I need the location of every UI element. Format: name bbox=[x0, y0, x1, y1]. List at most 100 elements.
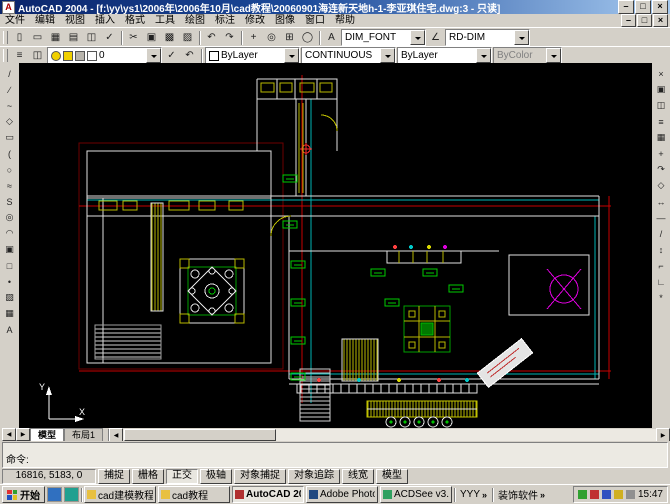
print-icon[interactable]: ▤ bbox=[65, 30, 82, 46]
chevron-down-icon[interactable] bbox=[514, 30, 529, 45]
chamfer-icon[interactable]: ∟ bbox=[653, 274, 669, 289]
chevron-down-icon[interactable] bbox=[380, 48, 395, 63]
point-icon[interactable]: • bbox=[2, 274, 18, 289]
scale-icon[interactable]: ◇ bbox=[653, 178, 669, 193]
status-model-button[interactable]: 模型 bbox=[376, 469, 408, 484]
tray-icon-volume[interactable] bbox=[602, 490, 611, 499]
stretch-icon[interactable]: ↔ bbox=[653, 194, 669, 209]
zoom-realtime-icon[interactable]: ◎ bbox=[263, 30, 280, 46]
ellipse-icon[interactable]: ◎ bbox=[2, 210, 18, 225]
circle-icon[interactable]: ○ bbox=[2, 162, 18, 177]
taskbar-item-cad-modeling-tutorial[interactable]: cad建模教程 bbox=[84, 486, 156, 503]
tab-layout1[interactable]: 布局1 bbox=[64, 428, 103, 441]
menu-help[interactable]: 帮助 bbox=[330, 14, 360, 27]
copy-object-icon[interactable]: ▣ bbox=[653, 82, 669, 97]
scroll-left-icon[interactable]: ◀ bbox=[109, 428, 123, 442]
taskbar-clock[interactable]: 15:47 bbox=[638, 489, 663, 500]
menu-file[interactable]: 文件 bbox=[0, 14, 30, 27]
start-button[interactable]: 开始 bbox=[2, 486, 45, 503]
dim-style-icon[interactable]: ∠ bbox=[427, 30, 444, 46]
undo-icon[interactable]: ↶ bbox=[203, 30, 220, 46]
status-lineweight-button[interactable]: 线宽 bbox=[342, 469, 374, 484]
print-preview-icon[interactable]: ◫ bbox=[83, 30, 100, 46]
copy-icon[interactable]: ▣ bbox=[143, 30, 160, 46]
lineweight-combo[interactable]: ByLayer bbox=[397, 47, 492, 64]
pan-icon[interactable]: + bbox=[245, 30, 262, 46]
layer-manager-icon[interactable]: ≡ bbox=[11, 48, 28, 64]
taskbar-band-yyy[interactable]: YYY » bbox=[457, 487, 490, 502]
make-object-layer-current-icon[interactable]: ✓ bbox=[163, 48, 180, 64]
scrollbar-thumb[interactable] bbox=[124, 429, 276, 441]
rectangle-icon[interactable]: ▭ bbox=[2, 130, 18, 145]
hatch-icon[interactable]: ▨ bbox=[2, 290, 18, 305]
save-icon[interactable]: ▦ bbox=[47, 30, 64, 46]
spline-icon[interactable]: S bbox=[2, 194, 18, 209]
taskbar-band-decor-software[interactable]: 装饰软件 » bbox=[495, 487, 548, 502]
ellipse-arc-icon[interactable]: ◠ bbox=[2, 226, 18, 241]
chevron-down-icon[interactable] bbox=[146, 48, 161, 63]
layer-on-bulb-icon[interactable] bbox=[51, 51, 61, 61]
spell-check-icon[interactable]: ✓ bbox=[101, 30, 118, 46]
color-combo[interactable]: ByLayer bbox=[205, 47, 300, 64]
break-icon[interactable]: ⌐ bbox=[653, 258, 669, 273]
tray-icon-network[interactable] bbox=[590, 490, 599, 499]
menu-dimension[interactable]: 标注 bbox=[210, 14, 240, 27]
trim-icon[interactable]: / bbox=[653, 226, 669, 241]
chevron-down-icon[interactable] bbox=[476, 48, 491, 63]
status-ortho-button[interactable]: 正交 bbox=[166, 469, 198, 484]
menu-format[interactable]: 格式 bbox=[120, 14, 150, 27]
toolbar-grip[interactable] bbox=[3, 49, 8, 62]
move-icon[interactable]: + bbox=[653, 146, 669, 161]
array-icon[interactable]: ▦ bbox=[653, 130, 669, 145]
tray-icon-antivirus[interactable] bbox=[578, 490, 587, 499]
extend-icon[interactable]: ↕ bbox=[653, 242, 669, 257]
drawing-canvas[interactable]: Y X bbox=[19, 63, 652, 428]
tab-prev-icon[interactable]: ◀ bbox=[2, 428, 16, 441]
text-style-combo[interactable]: DIM_FONT bbox=[341, 29, 426, 46]
menu-modify[interactable]: 修改 bbox=[240, 14, 270, 27]
region-icon[interactable]: ▦ bbox=[2, 306, 18, 321]
menu-draw[interactable]: 绘图 bbox=[180, 14, 210, 27]
chevron-icon[interactable]: » bbox=[482, 490, 487, 500]
open-file-icon[interactable]: ▭ bbox=[29, 30, 46, 46]
multiline-text-icon[interactable]: A bbox=[2, 322, 18, 337]
chevron-icon[interactable]: » bbox=[540, 490, 545, 500]
command-prompt[interactable]: 命令: bbox=[6, 455, 664, 467]
lengthen-icon[interactable]: — bbox=[653, 210, 669, 225]
close-icon[interactable]: × bbox=[652, 0, 668, 14]
horizontal-scrollbar[interactable]: ◀ ▶ bbox=[108, 429, 670, 441]
line-icon[interactable]: / bbox=[2, 66, 18, 81]
tab-model[interactable]: 模型 bbox=[30, 428, 64, 441]
paste-icon[interactable]: ▩ bbox=[161, 30, 178, 46]
menu-image[interactable]: 图像 bbox=[270, 14, 300, 27]
status-osnap-button[interactable]: 对象捕捉 bbox=[234, 469, 286, 484]
new-file-icon[interactable]: ▯ bbox=[11, 30, 28, 46]
linetype-combo[interactable]: CONTINUOUS bbox=[301, 47, 396, 64]
taskbar-item-photoshop[interactable]: Adobe Photo... bbox=[306, 486, 378, 503]
status-polar-button[interactable]: 极轴 bbox=[200, 469, 232, 484]
taskbar-item-acdsee[interactable]: ACDSee v3.1... bbox=[380, 486, 452, 503]
titlebar[interactable]: A AutoCAD 2004 - [f:\yy\ys1\2006年\2006年1… bbox=[0, 0, 670, 14]
explode-icon[interactable]: * bbox=[653, 290, 669, 305]
construction-line-icon[interactable]: ∕ bbox=[2, 82, 18, 97]
zoom-window-icon[interactable]: ⊞ bbox=[281, 30, 298, 46]
dim-style-combo[interactable]: RD-DIM bbox=[445, 29, 530, 46]
toolbar-grip[interactable] bbox=[3, 31, 8, 44]
quick-launch-browser-icon[interactable] bbox=[47, 487, 62, 502]
command-text-area[interactable]: 命令: bbox=[2, 442, 668, 468]
status-otrack-button[interactable]: 对象追踪 bbox=[288, 469, 340, 484]
menu-tools[interactable]: 工具 bbox=[150, 14, 180, 27]
insert-block-icon[interactable]: ▣ bbox=[2, 242, 18, 257]
match-properties-icon[interactable]: ▨ bbox=[179, 30, 196, 46]
tray-icon-display[interactable] bbox=[626, 490, 635, 499]
erase-icon[interactable]: × bbox=[653, 66, 669, 81]
status-snap-button[interactable]: 捕捉 bbox=[98, 469, 130, 484]
offset-icon[interactable]: ≡ bbox=[653, 114, 669, 129]
text-style-icon[interactable]: A bbox=[323, 30, 340, 46]
doc-minimize-icon[interactable]: – bbox=[621, 14, 636, 27]
revision-cloud-icon[interactable]: ≈ bbox=[2, 178, 18, 193]
doc-restore-icon[interactable]: □ bbox=[637, 14, 652, 27]
quick-launch-desktop-icon[interactable] bbox=[64, 487, 79, 502]
taskbar-item-autocad[interactable]: AutoCAD 200... bbox=[232, 486, 304, 503]
polyline-icon[interactable]: ~ bbox=[2, 98, 18, 113]
